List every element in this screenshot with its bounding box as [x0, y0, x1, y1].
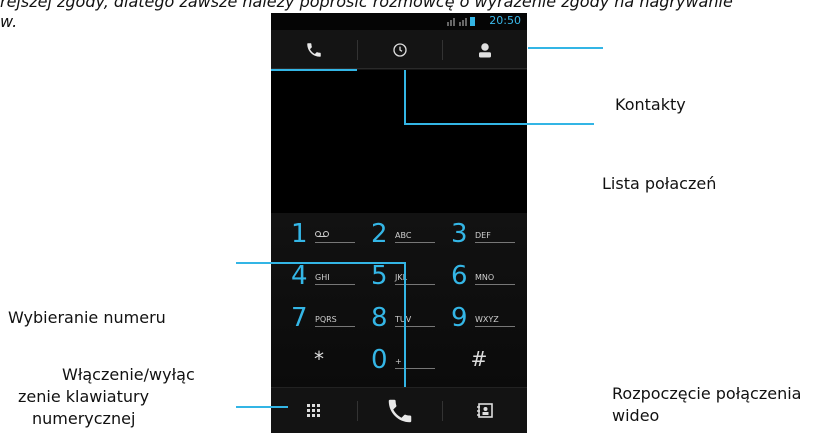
key-underline: [395, 284, 435, 285]
label-keypad-toggle-3: numerycznej: [32, 409, 136, 428]
tab-call-log[interactable]: [357, 30, 442, 70]
key-digit: 8: [371, 303, 388, 333]
key-symbol: *: [314, 347, 324, 371]
key-hash[interactable]: #: [439, 341, 519, 381]
key-9[interactable]: 9 WXYZ: [439, 299, 519, 339]
key-0[interactable]: 0 +: [359, 341, 439, 381]
callout-line-contacts: [528, 47, 603, 49]
key-letters: +: [395, 357, 402, 366]
key-digit: 5: [371, 261, 388, 291]
voicemail-icon: [315, 231, 329, 237]
key-underline: [395, 368, 435, 369]
key-underline: [395, 326, 435, 327]
phone-screen: 20:50 1 2 ABC 3 DEF 4 GHI 5 JKL 6 MNO 7 …: [271, 13, 527, 433]
key-7[interactable]: 7 PQRS: [279, 299, 359, 339]
label-video-call-1: Rozpoczęcie połączenia: [612, 384, 802, 403]
tab-dialer[interactable]: [271, 30, 357, 72]
key-8[interactable]: 8 TUV: [359, 299, 439, 339]
key-underline: [315, 326, 355, 327]
label-contacts: Kontakty: [615, 95, 686, 114]
key-letters: DEF: [475, 231, 491, 240]
phone-icon: [306, 43, 321, 57]
status-time: 20:50: [489, 14, 521, 27]
tab-bar: [271, 30, 527, 72]
key-letters: ABC: [395, 231, 412, 240]
key-symbol: #: [470, 347, 488, 371]
number-display[interactable]: [271, 71, 527, 211]
document-text-line: rejszej zgody, dlatego zawsze należy pop…: [0, 0, 733, 11]
key-6[interactable]: 6 MNO: [439, 257, 519, 297]
dialpad-icon: [306, 404, 320, 417]
key-digit: 0: [371, 345, 388, 375]
key-digit: 3: [451, 219, 468, 249]
key-underline: [475, 284, 515, 285]
callout-line-calllog-h: [404, 123, 594, 125]
video-call-button[interactable]: [442, 388, 527, 433]
label-dialing: Wybieranie numeru: [8, 308, 166, 327]
phone-icon: [388, 399, 411, 423]
bottom-action-bar: [271, 387, 527, 433]
person-icon: [478, 43, 491, 58]
dial-keypad: 1 2 ABC 3 DEF 4 GHI 5 JKL 6 MNO 7 PQRS 8…: [271, 213, 527, 387]
key-2[interactable]: 2 ABC: [359, 215, 439, 255]
key-digit: 7: [291, 303, 308, 333]
key-digit: 4: [291, 261, 308, 291]
clock-icon: [392, 43, 407, 57]
key-letters: WXYZ: [475, 315, 499, 324]
label-call-log: Lista połaczeń: [602, 174, 717, 193]
status-bar: 20:50: [271, 13, 527, 30]
key-digit: 2: [371, 219, 388, 249]
signal-icon: [447, 17, 475, 26]
key-digit: 9: [451, 303, 468, 333]
label-video-call-2: wideo: [612, 406, 660, 425]
key-letters: MNO: [475, 273, 495, 282]
document-text-line-2: w.: [0, 12, 18, 31]
callout-line-calllog-v: [404, 70, 406, 125]
key-1[interactable]: 1: [279, 215, 359, 255]
key-underline: [475, 242, 515, 243]
key-star[interactable]: *: [279, 341, 359, 381]
key-digit: 1: [291, 219, 308, 249]
tab-contacts[interactable]: [442, 30, 527, 70]
key-underline: [315, 284, 355, 285]
callout-line-keypad: [236, 406, 288, 408]
key-underline: [395, 242, 435, 243]
tab-divider-line: [271, 68, 527, 69]
key-underline: [315, 242, 355, 243]
key-3[interactable]: 3 DEF: [439, 215, 519, 255]
callout-line-dialing-v: [404, 262, 406, 387]
keypad-toggle-button[interactable]: [271, 388, 356, 433]
call-button[interactable]: [357, 388, 442, 433]
key-underline: [475, 326, 515, 327]
key-letters: PQRS: [315, 315, 337, 324]
video-contact-icon: [476, 403, 493, 418]
key-digit: 6: [451, 261, 468, 291]
callout-line-dialing-h: [236, 262, 406, 264]
label-keypad-toggle-1: Włączenie/wyłąc: [62, 365, 195, 384]
label-keypad-toggle-2: zenie klawiatury: [18, 387, 150, 406]
key-letters: GHI: [315, 273, 330, 282]
